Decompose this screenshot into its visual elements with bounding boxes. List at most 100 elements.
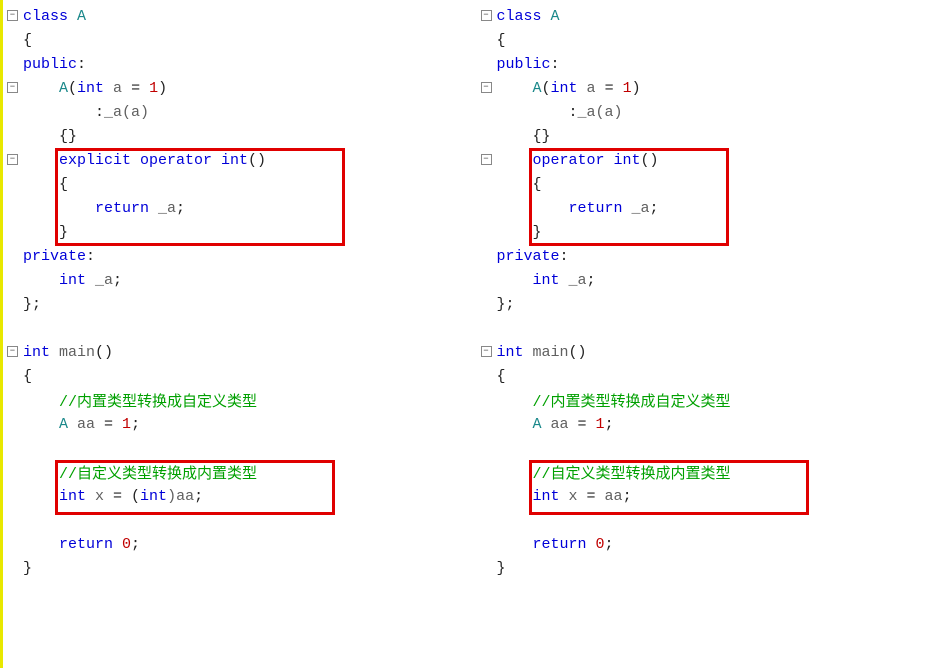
colon: : (86, 248, 95, 265)
fold-minus-icon[interactable]: − (481, 10, 492, 21)
paren: (a) (596, 104, 623, 121)
member: _a (86, 272, 113, 289)
code-line: //内置类型转换成自定义类型 (23, 388, 457, 412)
paren: () (95, 344, 113, 361)
highlight-box (55, 148, 345, 246)
highlight-box (529, 460, 809, 515)
paren: ( (542, 80, 551, 97)
cls-name: A (497, 416, 542, 433)
kw-public: public (497, 56, 551, 73)
var: aa (68, 416, 104, 433)
num: 1 (122, 416, 131, 433)
brace: { (497, 32, 506, 49)
code-line: − int main() (497, 340, 930, 364)
comment: //内置类型转换成自定义类型 (497, 390, 731, 411)
kw-int: int (551, 80, 578, 97)
member: _a (104, 104, 122, 121)
cls-name: A (542, 8, 560, 25)
member: _a (578, 104, 596, 121)
brace: { (23, 32, 32, 49)
code-line: private: (497, 244, 930, 268)
brace: }; (497, 296, 515, 313)
kw-int: int (23, 344, 50, 361)
kw-int: int (77, 80, 104, 97)
kw-int: int (497, 272, 560, 289)
comment: //内置类型转换成自定义类型 (23, 390, 257, 411)
semi: ; (113, 272, 122, 289)
ctor-name: A (497, 80, 542, 97)
colon: : (551, 56, 560, 73)
fold-minus-icon[interactable]: − (481, 82, 492, 93)
kw-private: private (23, 248, 86, 265)
num: 0 (587, 536, 605, 553)
fold-minus-icon[interactable]: − (7, 346, 18, 357)
eq: = (104, 416, 122, 433)
num: 0 (113, 536, 131, 553)
code-line: − class A (23, 4, 457, 28)
kw-int: int (23, 272, 86, 289)
semi: ; (587, 272, 596, 289)
paren: ) (158, 80, 167, 97)
code-line: − class A (497, 4, 930, 28)
fold-minus-icon[interactable]: − (7, 154, 18, 165)
fold-minus-icon[interactable]: − (7, 10, 18, 21)
semi: ; (605, 536, 614, 553)
kw-class: class (497, 8, 542, 25)
code-line: − A(int a = 1) (497, 76, 930, 100)
code-line: :_a(a) (23, 100, 457, 124)
colon: : (77, 56, 86, 73)
eq: = (131, 80, 149, 97)
fn-main: main (50, 344, 95, 361)
kw-public: public (23, 56, 77, 73)
code-line: }; (497, 292, 930, 316)
brace: } (23, 560, 32, 577)
colon: : (560, 248, 569, 265)
code-line: − A(int a = 1) (23, 76, 457, 100)
paren: (a) (122, 104, 149, 121)
brace: {} (497, 128, 551, 145)
code-line: //内置类型转换成自定义类型 (497, 388, 930, 412)
eq: = (578, 416, 596, 433)
semi: ; (605, 416, 614, 433)
eq: = (605, 80, 623, 97)
fold-minus-icon[interactable]: − (481, 346, 492, 357)
kw-return: return (23, 536, 113, 553)
fold-minus-icon[interactable]: − (7, 82, 18, 93)
code-line: :_a(a) (497, 100, 930, 124)
code-line: return 0; (497, 532, 930, 556)
paren: () (569, 344, 587, 361)
brace: { (23, 368, 32, 385)
fold-minus-icon[interactable]: − (481, 154, 492, 165)
param: a (578, 80, 605, 97)
member: _a (560, 272, 587, 289)
code-line: int _a; (23, 268, 457, 292)
code-line: {} (23, 124, 457, 148)
blank-line (23, 436, 457, 460)
code-line: {} (497, 124, 930, 148)
code-line: public: (497, 52, 930, 76)
semi: ; (131, 416, 140, 433)
brace: }; (23, 296, 41, 313)
brace: } (497, 560, 506, 577)
code-line: int _a; (497, 268, 930, 292)
code-pane-left: − class A { public: − A(int a = 1) :_a(a… (0, 0, 457, 668)
cls-name: A (23, 416, 68, 433)
num: 1 (596, 416, 605, 433)
num: 1 (623, 80, 632, 97)
colon: : (497, 104, 578, 121)
kw-int: int (497, 344, 524, 361)
code-line: A aa = 1; (497, 412, 930, 436)
blank-line (23, 316, 457, 340)
brace: {} (23, 128, 77, 145)
blank-line (497, 436, 930, 460)
colon: : (23, 104, 104, 121)
fn-main: main (524, 344, 569, 361)
code-line: } (497, 556, 930, 580)
code-line: { (497, 28, 930, 52)
blank-line (497, 316, 930, 340)
highlight-box (529, 148, 729, 246)
highlight-box (55, 460, 335, 515)
code-line: public: (23, 52, 457, 76)
var: aa (542, 416, 578, 433)
code-line: }; (23, 292, 457, 316)
